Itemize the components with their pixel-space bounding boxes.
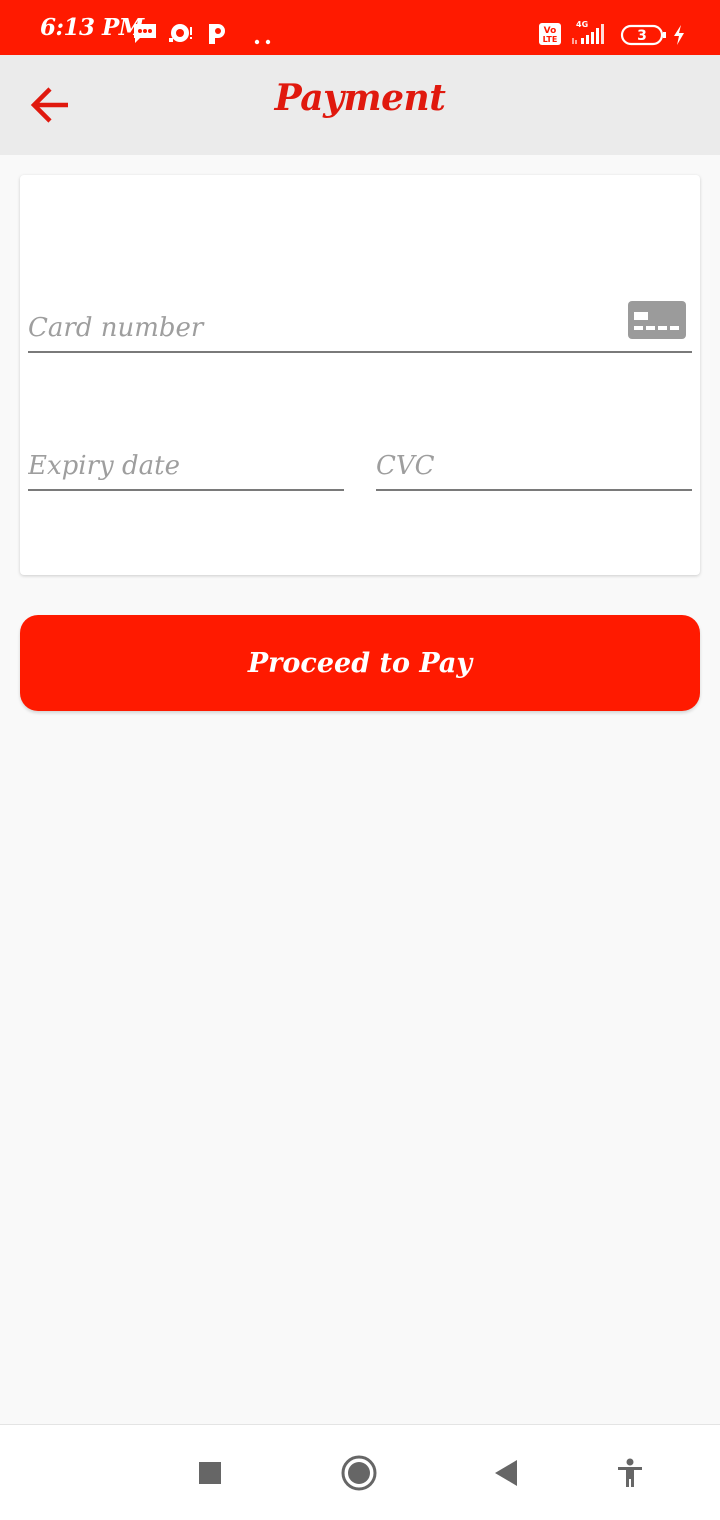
card-number-field (28, 285, 692, 353)
svg-text:4G: 4G (576, 20, 588, 29)
more-dots-icon (254, 30, 272, 49)
status-bar: 6:13 PM Vo LTE 4G 3 (0, 0, 720, 55)
home-circle-icon (341, 1455, 377, 1491)
home-button[interactable] (335, 1449, 383, 1497)
page-title: Payment (274, 77, 446, 119)
charging-icon (672, 24, 686, 50)
p-app-icon (206, 22, 228, 50)
battery-level: 3 (637, 28, 647, 44)
payment-card-form (20, 175, 700, 575)
status-time: 6:13 PM (40, 14, 144, 41)
svg-text:LTE: LTE (543, 35, 558, 44)
accessibility-icon (618, 1458, 642, 1487)
credit-card-icon (628, 301, 686, 343)
signal-icon: 4G (570, 18, 610, 50)
payment-screen: 6:13 PM Vo LTE 4G 3 Payment Card number … (0, 0, 720, 1520)
back-nav-button[interactable] (482, 1449, 530, 1497)
recents-square-icon (199, 1462, 221, 1484)
notification-icon (168, 22, 194, 48)
accessibility-button[interactable] (606, 1449, 654, 1497)
cvc-field (376, 423, 692, 491)
system-nav-bar (0, 1424, 720, 1520)
back-triangle-icon (495, 1460, 517, 1486)
message-icon (132, 22, 158, 48)
expiry-date-input[interactable] (28, 451, 344, 481)
proceed-to-pay-button[interactable]: Proceed to Pay (20, 615, 700, 711)
volte-icon: Vo LTE (538, 22, 562, 50)
cvc-input[interactable] (376, 451, 692, 481)
expiry-date-field (28, 423, 344, 491)
recents-button[interactable] (186, 1449, 234, 1497)
card-number-input[interactable] (28, 313, 608, 343)
app-bar: Payment (0, 55, 720, 155)
battery-icon: 3 (620, 24, 668, 50)
